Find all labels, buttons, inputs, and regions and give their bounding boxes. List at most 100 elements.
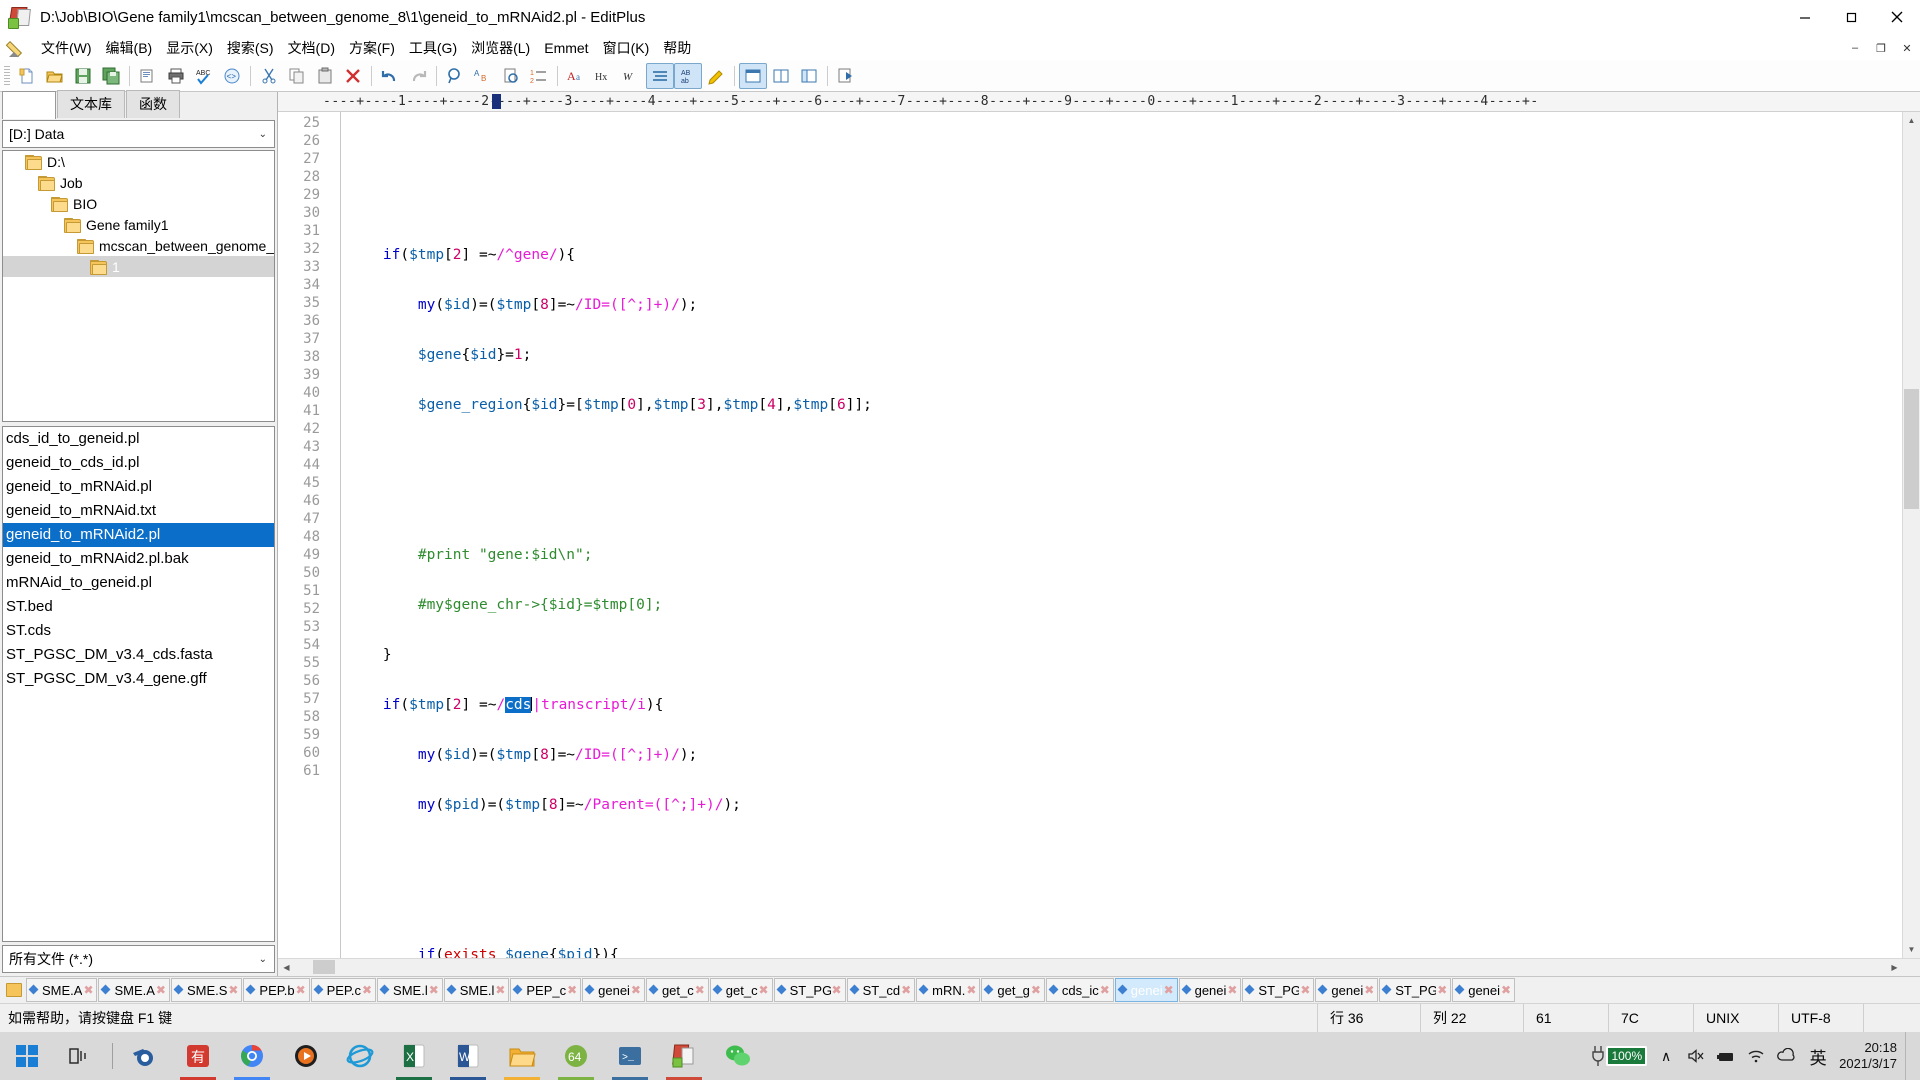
file-list[interactable]: cds_id_to_geneid.pl geneid_to_cds_id.pl …	[2, 426, 275, 942]
code-line[interactable]: #my$gene_chr->{$id}=$tmp[0];	[348, 596, 1902, 614]
document-tab[interactable]: PEP.b ✖	[243, 978, 310, 1002]
app-chrome[interactable]	[225, 1032, 279, 1080]
ime-indicator[interactable]: 英	[1801, 1032, 1835, 1080]
document-minimize-button[interactable]: –	[1842, 38, 1868, 58]
document-tab[interactable]: get_g ✖	[981, 978, 1045, 1002]
hex-view-button[interactable]: Hx	[590, 63, 618, 89]
document-close-button[interactable]: ✕	[1894, 38, 1920, 58]
code-line[interactable]: if($tmp[2] =~/^gene/){	[348, 246, 1902, 264]
status-line-ending[interactable]: UNIX	[1693, 1004, 1778, 1032]
code-line[interactable]: my($id)=($tmp[8]=~/ID=([^;]+)/);	[348, 296, 1902, 314]
close-icon[interactable]: ✖	[630, 983, 642, 997]
tree-node[interactable]: D:\	[3, 151, 274, 172]
split-window-button[interactable]	[767, 63, 795, 89]
app-file-explorer[interactable]	[495, 1032, 549, 1080]
replace-button[interactable]: AB	[469, 63, 497, 89]
list-item[interactable]: ST.bed	[3, 595, 274, 619]
code-line[interactable]: my($pid)=($tmp[8]=~/Parent=([^;]+)/);	[348, 796, 1902, 814]
spellcheck-button[interactable]: ABC	[190, 63, 218, 89]
delete-button[interactable]	[339, 63, 367, 89]
scroll-down-button[interactable]: ▼	[1903, 941, 1920, 958]
document-tab[interactable]: ST_PG ✖	[1242, 978, 1315, 1002]
app-terminal[interactable]: >_	[603, 1032, 657, 1080]
code-line[interactable]: #print "gene:$id\n";	[348, 546, 1902, 564]
cloud-icon[interactable]	[1771, 1032, 1801, 1080]
document-tab[interactable]: SME.S ✖	[170, 978, 243, 1002]
close-icon[interactable]: ✖	[82, 983, 94, 997]
print-preview-button[interactable]	[134, 63, 162, 89]
list-item[interactable]: geneid_to_mRNAid.txt	[3, 499, 274, 523]
vertical-scroll-track[interactable]	[1903, 129, 1920, 941]
toggle-case-button[interactable]: AB ab	[674, 63, 702, 89]
document-tab[interactable]: genei ✖	[1178, 978, 1242, 1002]
show-hidden-icons-button[interactable]: ∧	[1651, 1032, 1681, 1080]
close-icon[interactable]: ✖	[227, 983, 239, 997]
drive-selector[interactable]: [D:] Data ⌄	[2, 120, 275, 148]
horizontal-scroll-track[interactable]	[295, 959, 1886, 976]
document-tab[interactable]: mRN. ✖	[916, 978, 981, 1002]
document-tab[interactable]: ST_PG ✖	[1379, 978, 1452, 1002]
list-item[interactable]: geneid_to_mRNAid.pl	[3, 475, 274, 499]
close-icon[interactable]: ✖	[1099, 983, 1111, 997]
document-tab[interactable]: SME.A ✖	[26, 978, 98, 1002]
code-line[interactable]: $gene_region{$id}=[$tmp[0],$tmp[3],$tmp[…	[348, 396, 1902, 414]
code-line[interactable]: }	[348, 646, 1902, 664]
close-icon[interactable]: ✖	[155, 983, 167, 997]
toolbar-grip[interactable]	[4, 66, 10, 86]
menu-browser[interactable]: 浏览器(L)	[464, 36, 537, 60]
document-tab[interactable]: PEP.c ✖	[310, 978, 377, 1002]
list-item[interactable]: geneid_to_cds_id.pl	[3, 451, 274, 475]
window-layout-button[interactable]	[739, 63, 767, 89]
close-icon[interactable]: ✖	[965, 983, 977, 997]
task-view-icon[interactable]	[54, 1032, 108, 1080]
scroll-left-button[interactable]: ◀	[278, 959, 295, 976]
windows-start-icon[interactable]	[0, 1032, 54, 1080]
document-tab[interactable]: SME.A ✖	[98, 978, 170, 1002]
horizontal-scroll-thumb[interactable]	[313, 960, 335, 974]
app-excel[interactable]: X	[387, 1032, 441, 1080]
tab-functions[interactable]: 函数	[126, 90, 180, 118]
code-line[interactable]	[348, 196, 1902, 214]
volume-muted-icon[interactable]	[1681, 1032, 1711, 1080]
code-lines[interactable]: if($tmp[2] =~/^gene/){ my($id)=($tmp[8]=…	[341, 112, 1902, 958]
vertical-scroll-thumb[interactable]	[1904, 389, 1919, 509]
code-line-current[interactable]: if($tmp[2] =~/cds|transcript/i){	[348, 696, 1902, 714]
word-wrap-button[interactable]: W	[618, 63, 646, 89]
close-icon[interactable]: ✖	[428, 983, 440, 997]
folder-icon[interactable]	[3, 980, 25, 1000]
document-tab[interactable]: ST_PG ✖	[773, 978, 846, 1002]
file-filter-selector[interactable]: 所有文件 (*.*) ⌄	[2, 945, 275, 973]
tree-node[interactable]: BIO	[3, 193, 274, 214]
document-tab[interactable]: get_c ✖	[645, 978, 709, 1002]
status-resize-grip[interactable]	[1863, 1004, 1920, 1032]
menu-search[interactable]: 搜索(S)	[220, 36, 281, 60]
app-editplus[interactable]	[657, 1032, 711, 1080]
menu-help[interactable]: 帮助	[656, 36, 698, 60]
show-desktop-button[interactable]	[1905, 1032, 1914, 1080]
browser-preview-button[interactable]: <>	[218, 63, 246, 89]
close-icon[interactable]: ✖	[295, 983, 307, 997]
minimize-button[interactable]	[1782, 0, 1828, 34]
tree-node[interactable]: Job	[3, 172, 274, 193]
menu-view[interactable]: 显示(X)	[159, 36, 220, 60]
chevron-down-icon[interactable]: ⌄	[259, 954, 267, 965]
list-item[interactable]: ST.cds	[3, 619, 274, 643]
tab-cliptext[interactable]: 文本库	[57, 90, 125, 118]
close-icon[interactable]: ✖	[566, 983, 578, 997]
undo-button[interactable]	[376, 63, 404, 89]
vertical-scrollbar[interactable]: ▲ ▼	[1902, 112, 1920, 958]
document-tab[interactable]: genei ✖	[1315, 978, 1379, 1002]
list-item[interactable]: mRNAid_to_geneid.pl	[3, 571, 274, 595]
document-tab[interactable]: PEP_c ✖	[510, 978, 582, 1002]
marker-pen-button[interactable]	[702, 63, 730, 89]
horizontal-scrollbar[interactable]: ◀ ▶	[278, 958, 1920, 976]
close-icon[interactable]: ✖	[1363, 983, 1375, 997]
close-icon[interactable]: ✖	[694, 983, 706, 997]
print-button[interactable]	[162, 63, 190, 89]
maximize-restore-button[interactable]	[1828, 0, 1874, 34]
folder-tree[interactable]: D:\ Job BIO Gene family1 mcscan_between_…	[2, 150, 275, 422]
close-icon[interactable]: ✖	[1299, 983, 1311, 997]
document-tab[interactable]: get_c ✖	[709, 978, 773, 1002]
save-all-button[interactable]	[97, 63, 125, 89]
code-line[interactable]	[348, 496, 1902, 514]
